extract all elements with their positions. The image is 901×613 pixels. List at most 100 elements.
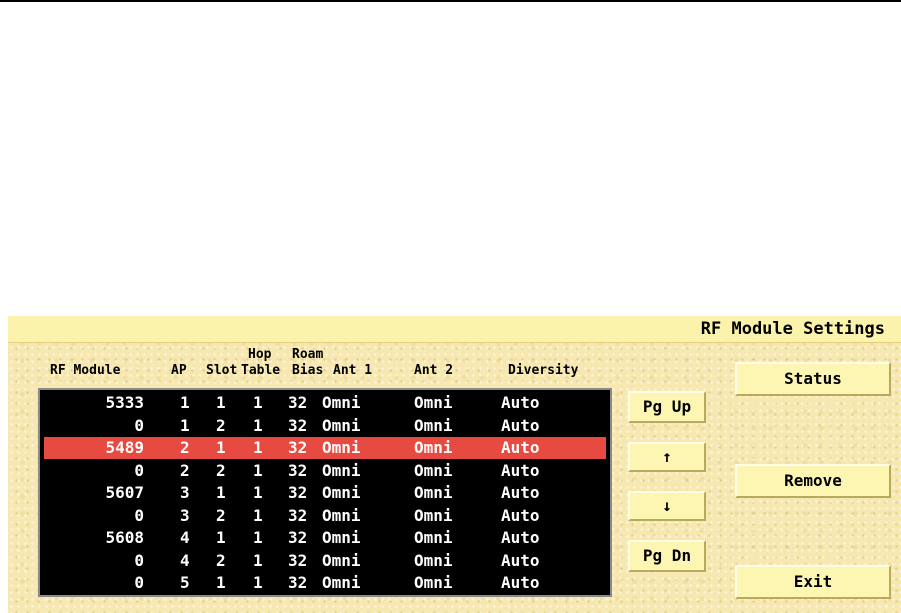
cell-roam-bias: 32 xyxy=(288,460,308,480)
cell-roam-bias: 32 xyxy=(288,438,308,457)
table-row[interactable]: 5607 3 1 1 32 Omni Omni Auto xyxy=(44,482,606,504)
header-rf-module: RF Module xyxy=(50,363,121,378)
cell-ant2: Omni xyxy=(414,505,453,525)
cell-ant2: Omni xyxy=(414,528,453,547)
header-slot: Slot xyxy=(206,363,238,378)
table-row[interactable]: 0 1 2 1 32 Omni Omni Auto xyxy=(44,415,606,437)
cell-ant1: Omni xyxy=(322,528,361,547)
cell-ap: 2 xyxy=(180,438,190,457)
status-button[interactable]: Status xyxy=(735,362,891,396)
cell-rf-module: 5489 xyxy=(105,438,144,457)
page-up-label: Pg Up xyxy=(642,397,692,416)
cell-ant1: Omni xyxy=(322,415,361,435)
cell-ap: 3 xyxy=(180,505,190,525)
cell-hop-table: 1 xyxy=(253,573,263,592)
cell-diversity: Auto xyxy=(501,438,540,457)
table-row[interactable]: 5608 4 1 1 32 Omni Omni Auto xyxy=(44,527,606,549)
cell-slot: 2 xyxy=(216,505,226,525)
cell-diversity: Auto xyxy=(501,550,540,570)
top-border-line xyxy=(0,0,901,2)
cell-ap: 1 xyxy=(180,393,190,412)
cell-ant2: Omni xyxy=(414,550,453,570)
cell-ap: 5 xyxy=(180,573,190,592)
cell-ant2: Omni xyxy=(414,483,453,502)
panel-titlebar: RF Module Settings xyxy=(8,316,901,343)
exit-button[interactable]: Exit xyxy=(735,565,891,599)
cell-rf-module: 5333 xyxy=(105,393,144,412)
cell-rf-module: 0 xyxy=(134,505,144,525)
cell-hop-table: 1 xyxy=(253,460,263,480)
cell-ant2: Omni xyxy=(414,460,453,480)
page-down-label: Pg Dn xyxy=(642,546,692,565)
cell-slot: 1 xyxy=(216,393,226,412)
rf-module-settings-panel: RF Module Settings RF Module AP Slot Hop… xyxy=(8,316,901,613)
cell-slot: 1 xyxy=(216,483,226,502)
cell-slot: 2 xyxy=(216,460,226,480)
cell-rf-module: 0 xyxy=(134,550,144,570)
cell-ant1: Omni xyxy=(322,505,361,525)
scroll-up-button[interactable]: ↑ xyxy=(628,442,706,472)
cell-slot: 2 xyxy=(216,550,226,570)
cell-ant1: Omni xyxy=(322,573,361,592)
cell-hop-table: 1 xyxy=(253,528,263,547)
arrow-up-icon: ↑ xyxy=(662,447,672,466)
cell-diversity: Auto xyxy=(501,393,540,412)
cell-ant1: Omni xyxy=(322,460,361,480)
cell-slot: 2 xyxy=(216,415,226,435)
cell-slot: 1 xyxy=(216,573,226,592)
cell-hop-table: 1 xyxy=(253,438,263,457)
cell-hop-table: 1 xyxy=(253,550,263,570)
cell-ap: 2 xyxy=(180,460,190,480)
cell-ap: 3 xyxy=(180,483,190,502)
cell-diversity: Auto xyxy=(501,528,540,547)
cell-diversity: Auto xyxy=(501,460,540,480)
cell-hop-table: 1 xyxy=(253,483,263,502)
table-row[interactable]: 0 3 2 1 32 Omni Omni Auto xyxy=(44,505,606,527)
header-bias: Bias xyxy=(292,363,324,378)
cell-diversity: Auto xyxy=(501,573,540,592)
cell-ant1: Omni xyxy=(322,393,361,412)
cell-rf-module: 0 xyxy=(134,573,144,592)
cell-rf-module: 5607 xyxy=(105,483,144,502)
arrow-down-icon: ↓ xyxy=(662,496,672,515)
remove-label: Remove xyxy=(784,471,842,490)
header-roam: Roam xyxy=(292,347,324,362)
cell-slot: 1 xyxy=(216,528,226,547)
cell-ant1: Omni xyxy=(322,438,361,457)
cell-rf-module: 5608 xyxy=(105,528,144,547)
exit-label: Exit xyxy=(793,572,833,591)
cell-diversity: Auto xyxy=(501,483,540,502)
cell-roam-bias: 32 xyxy=(288,415,308,435)
cell-roam-bias: 32 xyxy=(288,393,308,412)
cell-rf-module: 0 xyxy=(134,460,144,480)
header-ap: AP xyxy=(171,363,187,378)
header-table: Table xyxy=(241,363,281,378)
panel-title: RF Module Settings xyxy=(700,319,885,339)
cell-ant1: Omni xyxy=(322,550,361,570)
header-ant2: Ant 2 xyxy=(414,363,454,378)
cell-diversity: Auto xyxy=(501,415,540,435)
page-up-button[interactable]: Pg Up xyxy=(628,391,706,423)
table-row[interactable]: 0 4 2 1 32 Omni Omni Auto xyxy=(44,550,606,572)
scroll-down-button[interactable]: ↓ xyxy=(628,491,706,521)
remove-button[interactable]: Remove xyxy=(735,464,891,498)
cell-roam-bias: 32 xyxy=(288,573,308,592)
page-down-button[interactable]: Pg Dn xyxy=(628,540,706,572)
table-row[interactable]: 0 5 1 1 32 Omni Omni Auto xyxy=(44,572,606,594)
cell-roam-bias: 32 xyxy=(288,528,308,547)
cell-roam-bias: 32 xyxy=(288,505,308,525)
cell-ant2: Omni xyxy=(414,573,453,592)
cell-hop-table: 1 xyxy=(253,505,263,525)
cell-roam-bias: 32 xyxy=(288,483,308,502)
table-row[interactable]: 5333 1 1 1 32 Omni Omni Auto xyxy=(44,392,606,414)
cell-hop-table: 1 xyxy=(253,393,263,412)
cell-ant2: Omni xyxy=(414,415,453,435)
cell-ap: 4 xyxy=(180,528,190,547)
rf-module-list[interactable]: 5333 1 1 1 32 Omni Omni Auto 0 1 2 1 32 Omni Omni Auto 5… xyxy=(38,388,612,597)
cell-roam-bias: 32 xyxy=(288,550,308,570)
table-row-selected[interactable]: 5489 2 1 1 32 Omni Omni Auto xyxy=(44,437,606,459)
cell-ap: 1 xyxy=(180,415,190,435)
cell-slot: 1 xyxy=(216,438,226,457)
header-ant1: Ant 1 xyxy=(333,363,373,378)
table-row[interactable]: 0 2 2 1 32 Omni Omni Auto xyxy=(44,460,606,482)
